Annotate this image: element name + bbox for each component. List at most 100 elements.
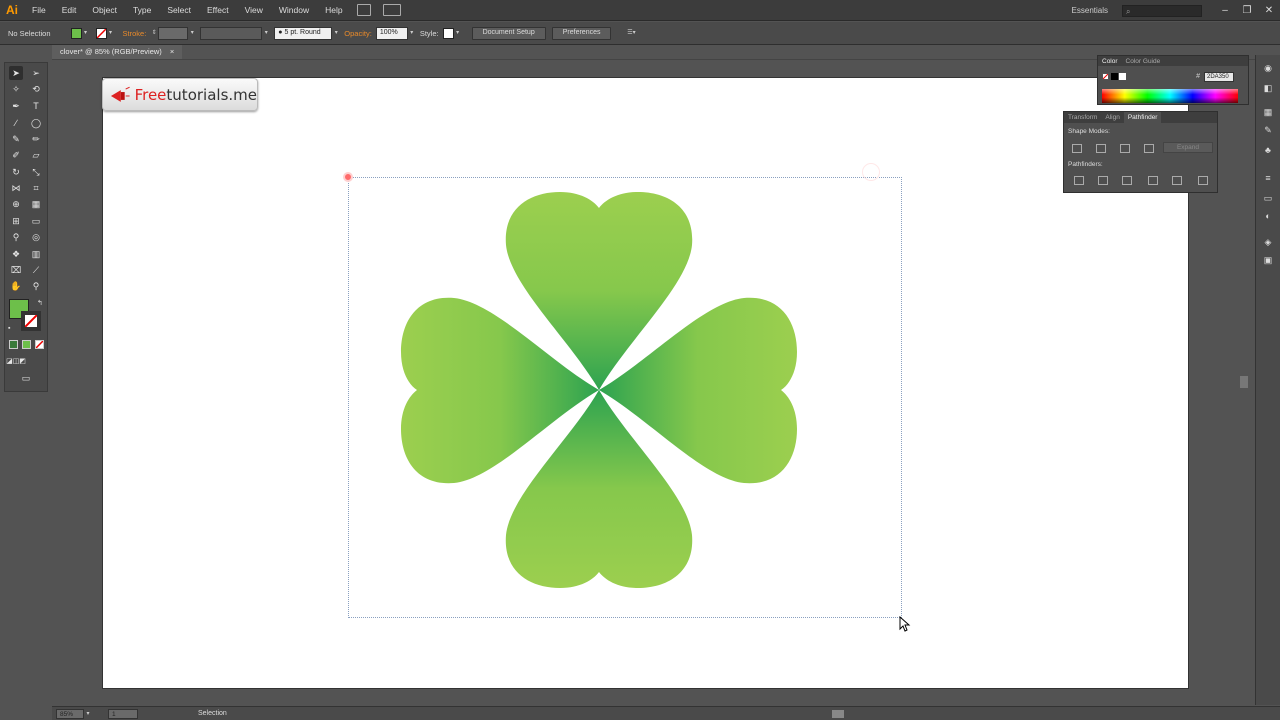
mesh-tool-icon[interactable]: ⊞: [9, 214, 23, 228]
fill-none-swatch[interactable]: [1102, 73, 1109, 80]
minimize-button[interactable]: –: [1214, 5, 1236, 16]
brush-field[interactable]: ● 5 pt. Round: [274, 26, 333, 40]
color-mode-icon[interactable]: [9, 340, 18, 349]
symbol-sprayer-tool-icon[interactable]: ❖: [9, 247, 23, 261]
menu-object[interactable]: Object: [84, 0, 125, 21]
artboard-tool-icon[interactable]: ⌧: [9, 263, 23, 277]
crop-icon[interactable]: [1148, 176, 1158, 185]
ellipse-tool-icon[interactable]: ◯: [29, 116, 43, 130]
swatches-panel-icon[interactable]: ▦: [1261, 107, 1275, 119]
stroke-weight-field[interactable]: [158, 26, 189, 40]
symbols-panel-icon[interactable]: ♣: [1261, 145, 1275, 157]
menu-effect[interactable]: Effect: [199, 0, 237, 21]
stroke-label[interactable]: Stroke:: [123, 29, 147, 38]
expand-button[interactable]: Expand: [1163, 142, 1213, 153]
clover-artwork[interactable]: [400, 190, 798, 590]
brushes-panel-icon[interactable]: ✎: [1261, 125, 1275, 137]
selection-tool-icon[interactable]: ➤: [9, 66, 23, 80]
default-fill-stroke-icon[interactable]: ▪: [8, 325, 10, 332]
zoom-dropdown-icon[interactable]: ▾: [84, 709, 92, 719]
eraser-tool-icon[interactable]: ▱: [29, 148, 43, 162]
gradient-mode-icon[interactable]: [22, 340, 31, 349]
direct-selection-tool-icon[interactable]: ➢: [29, 66, 43, 80]
perspective-grid-tool-icon[interactable]: ▦: [29, 197, 43, 211]
blob-brush-tool-icon[interactable]: ✐: [9, 148, 23, 162]
none-mode-icon[interactable]: [35, 340, 44, 349]
tab-align[interactable]: Align: [1101, 114, 1123, 121]
column-graph-tool-icon[interactable]: ▥: [29, 247, 43, 261]
rotate-tool-icon[interactable]: ↻: [9, 165, 23, 179]
preferences-button[interactable]: Preferences: [551, 26, 612, 40]
unite-icon[interactable]: [1072, 144, 1082, 153]
line-tool-icon[interactable]: ∕: [9, 116, 23, 130]
stroke-dropdown-icon[interactable]: ▾: [107, 28, 115, 39]
shape-builder-tool-icon[interactable]: ⊕: [9, 197, 23, 211]
eyedropper-tool-icon[interactable]: ⚲: [9, 230, 23, 244]
merge-icon[interactable]: [1122, 176, 1132, 185]
menu-window[interactable]: Window: [271, 0, 317, 21]
color-spectrum[interactable]: [1102, 89, 1238, 103]
menu-type[interactable]: Type: [125, 0, 159, 21]
stroke-panel-icon[interactable]: ≡: [1261, 173, 1275, 185]
pencil-tool-icon[interactable]: ✏: [29, 132, 43, 146]
document-setup-button[interactable]: Document Setup: [471, 26, 546, 40]
opacity-dropdown-icon[interactable]: ▾: [408, 28, 416, 39]
search-input[interactable]: ⌕: [1122, 4, 1202, 17]
menu-edit[interactable]: Edit: [54, 0, 85, 21]
stroke-weight-dropdown-icon[interactable]: ▾: [188, 28, 196, 39]
gradient-tool-icon[interactable]: ▭: [29, 214, 43, 228]
swap-fill-stroke-icon[interactable]: ↰: [37, 299, 43, 307]
tab-transform[interactable]: Transform: [1064, 114, 1101, 121]
intersect-icon[interactable]: [1120, 144, 1130, 153]
menu-view[interactable]: View: [237, 0, 271, 21]
lasso-tool-icon[interactable]: ⟲: [29, 82, 43, 96]
tab-pathfinder[interactable]: Pathfinder: [1123, 112, 1162, 123]
stroke-color-box[interactable]: [21, 311, 41, 331]
minus-back-icon[interactable]: [1198, 176, 1208, 185]
exclude-icon[interactable]: [1144, 144, 1154, 153]
vertical-scroll-thumb[interactable]: [1240, 376, 1248, 388]
close-button[interactable]: ✕: [1258, 5, 1280, 16]
workspace-switcher[interactable]: Essentials: [1072, 6, 1108, 15]
hand-tool-icon[interactable]: ✋: [9, 279, 23, 293]
tab-color[interactable]: Color: [1098, 58, 1122, 65]
zoom-field[interactable]: 85%: [56, 708, 84, 719]
screen-mode-icon[interactable]: ▭: [19, 371, 33, 385]
outline-icon[interactable]: [1172, 176, 1182, 185]
trim-icon[interactable]: [1098, 176, 1108, 185]
black-swatch[interactable]: [1111, 73, 1118, 80]
fill-dropdown-icon[interactable]: ▾: [82, 28, 90, 39]
free-transform-tool-icon[interactable]: ⌗: [29, 181, 43, 195]
brush-dropdown-icon[interactable]: ▾: [332, 28, 340, 39]
artboards-panel-icon[interactable]: ▣: [1261, 255, 1275, 267]
menu-select[interactable]: Select: [159, 0, 199, 21]
menu-help[interactable]: Help: [317, 0, 350, 21]
maximize-button[interactable]: ❐: [1236, 5, 1258, 16]
gradient-panel-icon[interactable]: ▭: [1261, 193, 1275, 205]
tab-color-guide[interactable]: Color Guide: [1122, 58, 1165, 65]
layers-panel-icon[interactable]: ◈: [1261, 237, 1275, 249]
artboard-navigation-field[interactable]: 1: [108, 708, 138, 719]
fill-swatch[interactable]: [70, 27, 82, 39]
scale-tool-icon[interactable]: ⤡: [29, 165, 43, 179]
pen-tool-icon[interactable]: ✒: [9, 99, 23, 113]
close-tab-icon[interactable]: ×: [170, 45, 174, 59]
graphic-styles-panel-icon[interactable]: ◧: [1261, 83, 1275, 95]
opacity-label[interactable]: Opacity:: [344, 29, 372, 38]
bridge-icon[interactable]: [356, 4, 371, 16]
width-tool-icon[interactable]: ⋈: [9, 181, 23, 195]
stroke-weight-stepper[interactable]: ⇕: [150, 28, 158, 39]
style-swatch[interactable]: [442, 27, 454, 39]
hex-color-field[interactable]: 2DA350: [1204, 72, 1234, 82]
draw-mode-icon[interactable]: ◪◫◩: [6, 354, 26, 368]
slice-tool-icon[interactable]: ⟋: [29, 263, 43, 277]
paintbrush-tool-icon[interactable]: ✎: [9, 132, 23, 146]
arrange-documents-icon[interactable]: [382, 4, 401, 16]
control-options-icon[interactable]: ☰▾: [623, 28, 639, 39]
variable-width-dropdown-icon[interactable]: ▾: [262, 28, 270, 39]
minus-front-icon[interactable]: [1096, 144, 1106, 153]
magic-wand-tool-icon[interactable]: ✧: [9, 82, 23, 96]
opacity-field[interactable]: 100%: [375, 26, 408, 40]
appearance-panel-icon[interactable]: ◉: [1261, 63, 1275, 75]
horizontal-scroll-thumb[interactable]: [832, 710, 844, 718]
